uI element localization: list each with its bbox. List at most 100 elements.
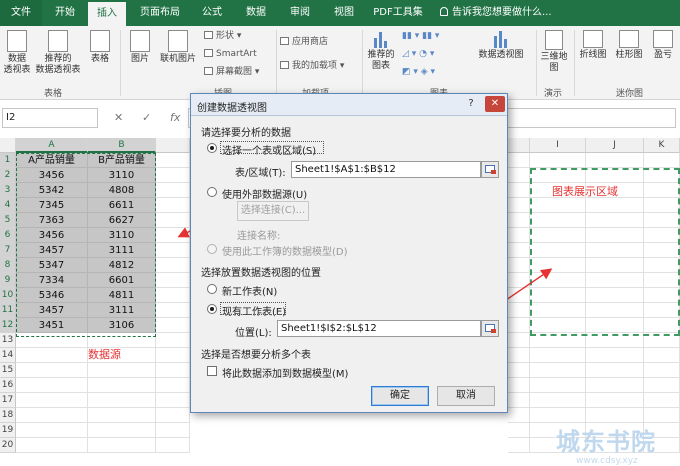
table-cell[interactable]: 3106 — [88, 318, 156, 333]
table-cell[interactable] — [16, 378, 88, 393]
table-cell[interactable] — [156, 378, 190, 393]
table-cell[interactable] — [508, 213, 530, 228]
table-cell[interactable] — [508, 288, 530, 303]
table-cell[interactable]: 3457 — [16, 303, 88, 318]
ok-button[interactable]: 确定 — [371, 386, 429, 406]
table-cell[interactable] — [508, 168, 530, 183]
sparkline-line-button[interactable]: 折线图 — [576, 30, 610, 61]
table-cell[interactable] — [16, 363, 88, 378]
table-cell[interactable] — [508, 438, 530, 453]
choose-connection-button[interactable]: 选择连接(C)... — [237, 201, 309, 221]
table-cell[interactable] — [530, 408, 586, 423]
column-header[interactable]: J — [586, 138, 644, 153]
column-header[interactable] — [508, 138, 530, 153]
range-picker-button[interactable] — [481, 161, 499, 178]
location-input[interactable]: Sheet1!$I$2:$L$12 — [277, 320, 481, 337]
table-cell[interactable] — [156, 198, 190, 213]
row-header[interactable]: 8 — [0, 258, 16, 273]
chart-type-gallery[interactable]: ▮▮ ▾ ▮▮ ▾ — [402, 30, 439, 42]
column-header[interactable]: I — [530, 138, 586, 153]
table-cell[interactable] — [156, 213, 190, 228]
row-header[interactable]: 1 — [0, 153, 16, 168]
table-cell[interactable] — [16, 438, 88, 453]
help-button[interactable]: ? — [461, 96, 481, 112]
row-header[interactable]: 9 — [0, 273, 16, 288]
row-header[interactable]: 4 — [0, 198, 16, 213]
tab-pdf-tools[interactable]: PDF工具集 — [366, 0, 430, 26]
tab-page-layout[interactable]: 页面布局 — [130, 0, 190, 26]
table-cell[interactable] — [508, 303, 530, 318]
column-header[interactable] — [156, 138, 190, 153]
table-cell[interactable] — [156, 348, 190, 363]
sparkline-column-button[interactable]: 柱形图 — [612, 30, 646, 61]
row-header[interactable]: 12 — [0, 318, 16, 333]
table-cell[interactable]: 3110 — [88, 228, 156, 243]
pivot-chart-button[interactable]: 数据透视图 — [470, 30, 532, 61]
screenshot-button[interactable]: 屏幕截图 ▾ — [204, 66, 259, 78]
table-cell[interactable] — [586, 408, 644, 423]
table-cell[interactable] — [156, 183, 190, 198]
radio-external-source[interactable] — [207, 187, 217, 197]
row-header[interactable]: 15 — [0, 363, 16, 378]
table-cell[interactable]: 5346 — [16, 288, 88, 303]
table-cell[interactable] — [508, 318, 530, 333]
table-cell[interactable] — [508, 408, 530, 423]
online-pictures-button[interactable]: 联机图片 — [156, 30, 200, 65]
select-all-corner[interactable] — [0, 138, 16, 153]
table-cell[interactable]: A产品销量 — [16, 153, 88, 168]
table-button[interactable]: 表格 — [86, 30, 114, 65]
table-cell[interactable]: 6611 — [88, 198, 156, 213]
table-cell[interactable]: 5342 — [16, 183, 88, 198]
table-cell[interactable] — [586, 378, 644, 393]
table-cell[interactable] — [586, 153, 644, 168]
column-header[interactable]: B — [88, 138, 156, 153]
tab-file[interactable]: 文件 — [0, 0, 42, 26]
tab-home[interactable]: 开始 — [44, 0, 86, 26]
close-button[interactable]: ✕ — [485, 96, 505, 112]
table-cell[interactable] — [644, 378, 680, 393]
table-cell[interactable]: 7363 — [16, 213, 88, 228]
table-cell[interactable]: 3111 — [88, 303, 156, 318]
table-cell[interactable] — [508, 393, 530, 408]
recommended-pivot-button[interactable]: 推荐的 数据透视表 — [34, 30, 82, 76]
table-cell[interactable] — [88, 408, 156, 423]
table-cell[interactable]: B产品销量 — [88, 153, 156, 168]
table-cell[interactable]: 7345 — [16, 198, 88, 213]
table-cell[interactable] — [156, 318, 190, 333]
row-header[interactable]: 11 — [0, 303, 16, 318]
table-cell[interactable] — [508, 363, 530, 378]
table-cell[interactable] — [508, 423, 530, 438]
row-header[interactable]: 3 — [0, 183, 16, 198]
row-header[interactable]: 7 — [0, 243, 16, 258]
table-cell[interactable] — [156, 438, 190, 453]
table-cell[interactable] — [88, 393, 156, 408]
table-cell[interactable] — [530, 153, 586, 168]
tab-insert[interactable]: 插入 — [88, 2, 126, 26]
table-cell[interactable]: 6601 — [88, 273, 156, 288]
table-cell[interactable] — [586, 363, 644, 378]
table-cell[interactable]: 3457 — [16, 243, 88, 258]
row-header[interactable]: 13 — [0, 333, 16, 348]
table-range-input[interactable]: Sheet1!$A$1:$B$12 — [291, 161, 481, 178]
table-cell[interactable] — [508, 153, 530, 168]
table-cell[interactable]: 5347 — [16, 258, 88, 273]
table-cell[interactable] — [644, 348, 680, 363]
location-picker-button[interactable] — [481, 320, 499, 337]
tab-formulas[interactable]: 公式 — [192, 0, 232, 26]
row-header[interactable]: 6 — [0, 228, 16, 243]
row-header[interactable]: 14 — [0, 348, 16, 363]
table-cell[interactable] — [156, 393, 190, 408]
chart-type-gallery-3[interactable]: ◩ ▾ ◈ ▾ — [402, 66, 435, 78]
table-cell[interactable] — [508, 198, 530, 213]
shapes-button[interactable]: 形状 ▾ — [204, 30, 241, 42]
table-cell[interactable] — [156, 288, 190, 303]
table-cell[interactable] — [88, 423, 156, 438]
table-cell[interactable] — [156, 333, 190, 348]
table-cell[interactable]: 4812 — [88, 258, 156, 273]
table-cell[interactable] — [508, 228, 530, 243]
table-cell[interactable] — [586, 348, 644, 363]
radio-new-sheet[interactable] — [207, 284, 217, 294]
table-cell[interactable]: 4808 — [88, 183, 156, 198]
table-cell[interactable] — [156, 303, 190, 318]
table-cell[interactable] — [88, 363, 156, 378]
